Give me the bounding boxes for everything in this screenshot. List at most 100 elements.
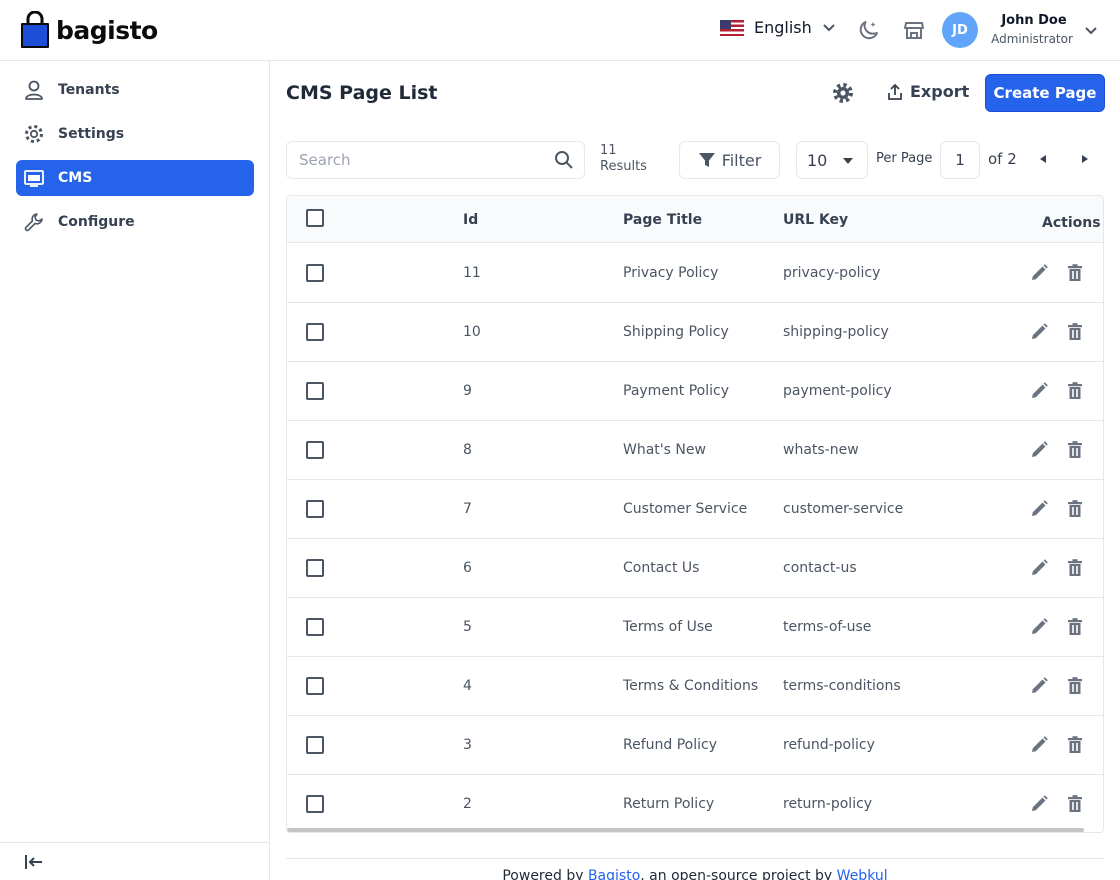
edit-icon[interactable] [1029,735,1049,755]
row-checkbox[interactable] [306,559,324,577]
edit-icon[interactable] [1029,499,1049,519]
top-header: bagisto English JD John Doe Administrato… [0,0,1120,61]
brand-logo[interactable]: bagisto [20,11,158,49]
delete-icon[interactable] [1065,440,1085,460]
cell-url-key: refund-policy [783,737,875,753]
chevron-down-icon [823,23,835,31]
cell-id: 6 [463,560,472,576]
search-input[interactable] [287,142,537,178]
cell-url-key: shipping-policy [783,324,889,340]
edit-icon[interactable] [1029,381,1049,401]
collapse-sidebar-icon[interactable] [24,853,44,871]
table-row: 3 Refund Policy refund-policy [287,716,1103,775]
per-page-select[interactable]: 10 [796,141,868,179]
page-number-input[interactable]: 1 [940,141,980,179]
edit-icon[interactable] [1029,617,1049,637]
select-all-checkbox[interactable] [306,209,324,227]
row-checkbox[interactable] [306,736,324,754]
row-checkbox[interactable] [306,382,324,400]
webkul-link[interactable]: Webkul [837,868,888,880]
sidebar-item-tenants[interactable]: Tenants [16,72,254,108]
delete-icon[interactable] [1065,499,1085,519]
total-pages-label: of 2 [988,150,1017,168]
delete-icon[interactable] [1065,794,1085,814]
export-button[interactable]: Export [886,82,969,101]
edit-icon[interactable] [1029,676,1049,696]
delete-icon[interactable] [1065,676,1085,696]
column-header-id[interactable]: Id [463,212,478,228]
per-page-value: 10 [807,150,828,170]
cell-url-key: terms-conditions [783,678,901,694]
table-row: 11 Privacy Policy privacy-policy [287,244,1103,303]
gear-icon[interactable] [832,82,854,104]
results-label: Results [600,159,647,174]
cell-id: 5 [463,619,472,635]
storefront-icon[interactable] [902,18,926,42]
delete-icon[interactable] [1065,322,1085,342]
language-switcher[interactable]: English [720,18,836,37]
wrench-icon [22,210,46,234]
filter-button[interactable]: Filter [679,141,780,179]
row-checkbox[interactable] [306,500,324,518]
table-row: 6 Contact Us contact-us [287,539,1103,598]
table-row: 9 Payment Policy payment-policy [287,362,1103,421]
column-header-page-title[interactable]: Page Title [623,212,702,228]
user-role: Administrator [991,32,1073,46]
create-page-button[interactable]: Create Page [985,74,1105,112]
edit-icon[interactable] [1029,263,1049,283]
gear-icon [22,122,46,146]
cell-url-key: privacy-policy [783,265,881,281]
row-checkbox[interactable] [306,618,324,636]
previous-page-icon[interactable] [1040,155,1046,163]
chevron-down-icon[interactable] [1084,24,1098,38]
user-icon [22,78,46,102]
cell-url-key: payment-policy [783,383,892,399]
sidebar-item-label: CMS [58,170,93,186]
sidebar-item-settings[interactable]: Settings [16,116,254,152]
footer-prefix: Powered by [502,868,588,880]
page-title: CMS Page List [286,82,438,104]
next-page-icon[interactable] [1082,155,1088,163]
row-checkbox[interactable] [306,441,324,459]
search-icon[interactable] [554,150,574,170]
cell-page-title: Payment Policy [623,383,730,399]
row-checkbox[interactable] [306,264,324,282]
delete-icon[interactable] [1065,735,1085,755]
dark-mode-icon[interactable] [857,18,881,42]
table-row: 2 Return Policy return-policy [287,775,1103,832]
edit-icon[interactable] [1029,794,1049,814]
user-name[interactable]: John Doe [994,13,1074,28]
sidebar-item-cms[interactable]: CMS [16,160,254,196]
horizontal-scrollbar[interactable] [287,828,1084,832]
row-checkbox[interactable] [306,323,324,341]
cell-page-title: Customer Service [623,501,748,517]
cell-url-key: customer-service [783,501,904,517]
row-checkbox[interactable] [306,795,324,813]
cell-page-title: What's New [623,442,706,458]
cell-page-title: Terms of Use [623,619,713,635]
delete-icon[interactable] [1065,558,1085,578]
edit-icon[interactable] [1029,440,1049,460]
cms-pages-table: Id Page Title URL Key Actions 11 Privacy … [286,195,1104,833]
filter-label: Filter [721,150,762,170]
delete-icon[interactable] [1065,381,1085,401]
cell-id: 7 [463,501,472,517]
column-header-url-key[interactable]: URL Key [783,212,848,228]
brand-name: bagisto [56,15,158,45]
cell-url-key: terms-of-use [783,619,872,635]
cell-id: 9 [463,383,472,399]
edit-icon[interactable] [1029,558,1049,578]
footer-middle: , an open-source project by [640,868,837,880]
table-row: 4 Terms & Conditions terms-conditions [287,657,1103,716]
sidebar-item-label: Configure [58,214,135,230]
delete-icon[interactable] [1065,263,1085,283]
sidebar-item-configure[interactable]: Configure [16,204,254,240]
monitor-icon [22,166,46,190]
edit-icon[interactable] [1029,322,1049,342]
bagisto-link[interactable]: Bagisto [588,868,640,880]
cell-id: 11 [463,265,481,281]
delete-icon[interactable] [1065,617,1085,637]
avatar[interactable]: JD [942,12,978,48]
row-checkbox[interactable] [306,677,324,695]
shopping-bag-icon [21,11,49,48]
